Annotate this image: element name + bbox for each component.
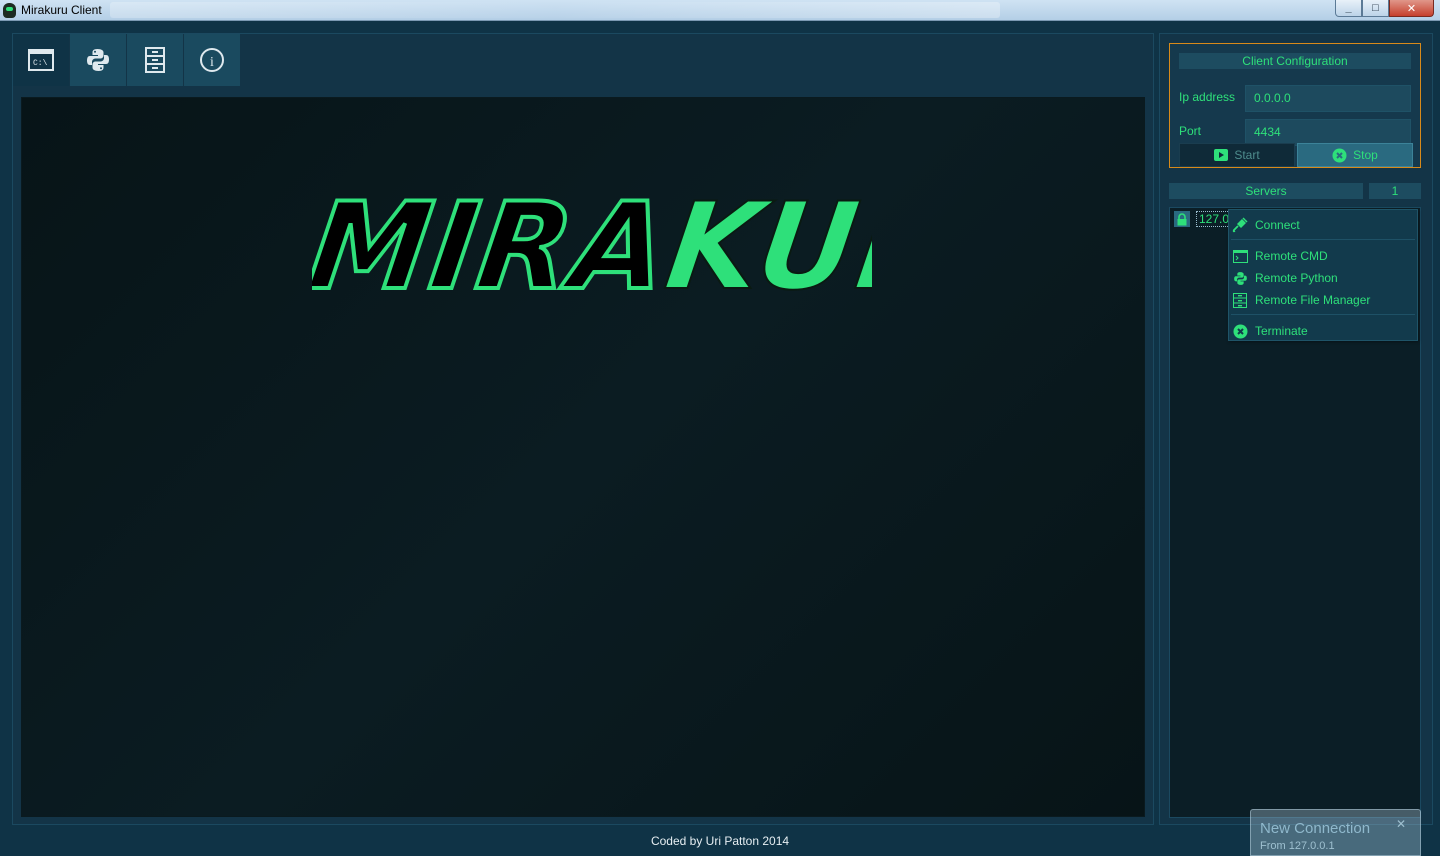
stop-button[interactable]: Stop xyxy=(1297,143,1413,167)
menu-item-terminate[interactable]: Terminate xyxy=(1229,320,1417,342)
stop-circle-icon xyxy=(1332,148,1347,162)
stop-button-label: Stop xyxy=(1353,148,1378,162)
notification-subtitle: From 127.0.0.1 xyxy=(1260,840,1335,852)
cmd-icon xyxy=(1232,248,1248,264)
mirakuru-logo: MIRAKURU xyxy=(312,176,872,318)
port-label: Port xyxy=(1179,124,1202,138)
menu-item-label: Remote File Manager xyxy=(1255,293,1371,307)
notification-close-button[interactable]: ✕ xyxy=(1396,817,1406,831)
display-canvas: MIRAKURU xyxy=(21,97,1145,817)
tab-about[interactable]: i xyxy=(184,34,240,86)
file-cabinet-icon xyxy=(1232,292,1248,308)
side-panel: Client Configuration Ip address 0.0.0.0 … xyxy=(1159,33,1433,825)
file-cabinet-icon xyxy=(145,47,165,73)
close-button[interactable]: ✕ xyxy=(1389,0,1434,17)
notification-title: New Connection xyxy=(1260,820,1371,837)
toolbar: C:\ i xyxy=(13,34,241,86)
config-title: Client Configuration xyxy=(1179,53,1411,69)
cmd-icon: C:\ xyxy=(28,49,54,71)
logo-text-part2: KURU xyxy=(658,178,872,317)
servers-header: Servers xyxy=(1169,183,1363,199)
cmd-icon-label: C:\ xyxy=(33,59,48,68)
menu-separator xyxy=(1231,314,1415,315)
titlebar-background-blur xyxy=(110,2,1000,18)
lock-icon xyxy=(1174,211,1190,227)
menu-item-remote-cmd[interactable]: Remote CMD xyxy=(1229,245,1417,267)
close-circle-icon xyxy=(1232,323,1248,339)
play-icon xyxy=(1214,149,1229,161)
port-field[interactable]: 4434 xyxy=(1245,119,1411,146)
info-icon: i xyxy=(200,48,224,72)
footer-credit: Coded by Uri Patton 2014 xyxy=(650,834,790,848)
ip-address-label: Ip address xyxy=(1179,90,1236,104)
window-controls: _ □ ✕ xyxy=(1335,0,1434,17)
window-title: Mirakuru Client xyxy=(21,3,102,17)
tab-remote-cmd[interactable]: C:\ xyxy=(13,34,69,86)
maximize-button[interactable]: □ xyxy=(1362,0,1389,17)
menu-item-label: Remote CMD xyxy=(1255,249,1328,263)
ip-address-field[interactable]: 0.0.0.0 xyxy=(1245,85,1411,112)
minimize-button[interactable]: _ xyxy=(1335,0,1362,17)
server-context-menu: Connect Remote CMD Remote Python Remote … xyxy=(1228,209,1418,341)
menu-item-label: Terminate xyxy=(1255,324,1308,338)
new-connection-notification[interactable]: New Connection From 127.0.0.1 ✕ xyxy=(1250,809,1421,856)
window-titlebar: Mirakuru Client _ □ ✕ xyxy=(0,0,1440,21)
logo-text-part1: MIRA xyxy=(312,178,678,317)
menu-item-remote-python[interactable]: Remote Python xyxy=(1229,267,1417,289)
start-button-label: Start xyxy=(1234,148,1260,162)
menu-item-connect[interactable]: Connect xyxy=(1229,214,1417,236)
info-icon-label: i xyxy=(210,55,214,70)
client-configuration-box: Client Configuration Ip address 0.0.0.0 … xyxy=(1169,43,1421,168)
app-icon xyxy=(3,3,16,18)
servers-count: 1 xyxy=(1369,183,1421,199)
menu-item-remote-file-manager[interactable]: Remote File Manager xyxy=(1229,289,1417,311)
menu-separator xyxy=(1231,239,1415,240)
menu-item-label: Remote Python xyxy=(1255,271,1338,285)
server-list-item[interactable]: 127.0.0.1 xyxy=(1174,211,1230,227)
start-button[interactable]: Start xyxy=(1179,143,1295,167)
menu-item-label: Connect xyxy=(1255,218,1300,232)
main-panel: C:\ i MIRAKURU xyxy=(12,33,1154,825)
python-icon xyxy=(87,49,109,71)
python-icon xyxy=(1232,270,1248,286)
plug-icon xyxy=(1232,217,1248,233)
svg-text:MIRAKURU: MIRAKURU xyxy=(312,178,872,317)
tab-remote-python[interactable] xyxy=(70,34,126,86)
config-buttons: Start Stop xyxy=(1179,143,1413,167)
server-ip[interactable]: 127.0.0.1 xyxy=(1196,211,1230,227)
tab-remote-file-manager[interactable] xyxy=(127,34,183,86)
